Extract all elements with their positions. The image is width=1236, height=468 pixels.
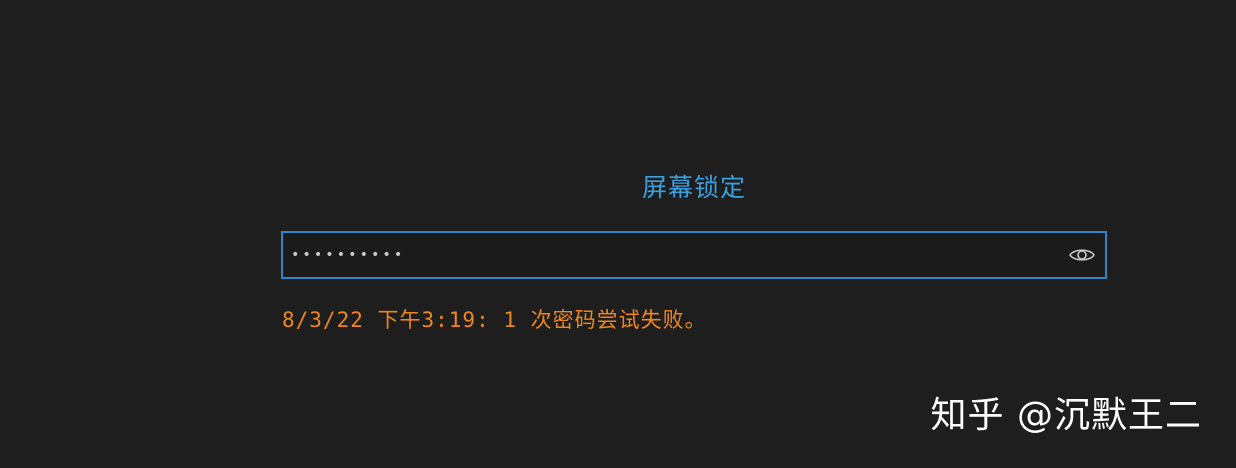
failed-attempt-message: 8/3/22 下午3:19: 1 次密码尝试失败。 [282, 308, 707, 332]
password-field[interactable]: •••••••••• [281, 231, 1107, 279]
eye-icon [1069, 249, 1095, 261]
show-password-button[interactable] [1067, 242, 1097, 268]
password-masked-value: •••••••••• [291, 247, 406, 263]
lock-screen: 屏幕锁定 •••••••••• 8/3/22 下午3:19: 1 次密码尝试失败… [0, 0, 1236, 468]
zhihu-watermark: 知乎 @沉默王二 [930, 395, 1202, 436]
screen-lock-title: 屏幕锁定 [641, 173, 746, 202]
